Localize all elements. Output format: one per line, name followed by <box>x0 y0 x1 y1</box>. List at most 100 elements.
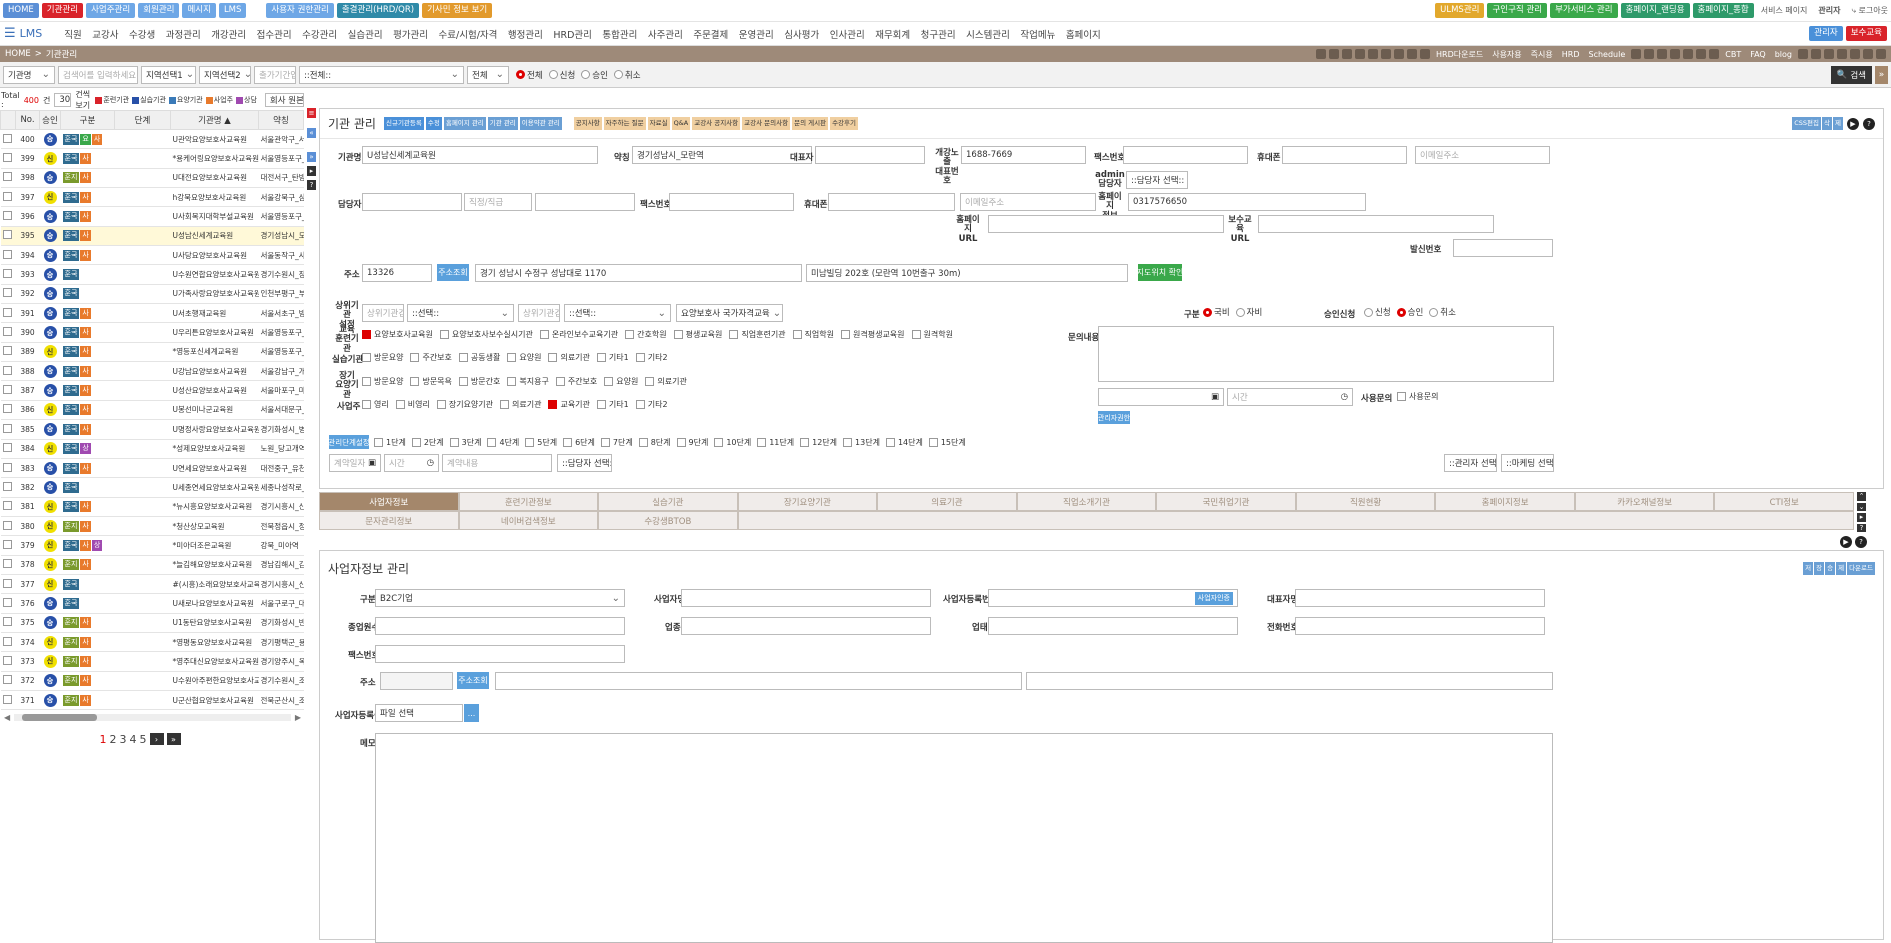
clock-icon[interactable]: ◷ <box>1341 392 1348 402</box>
row-checkbox[interactable] <box>2 153 12 163</box>
top-nav-button[interactable]: 회원관리 <box>138 3 180 18</box>
row-checkbox[interactable] <box>2 655 12 665</box>
board-button[interactable]: 문의 게시판 <box>792 117 829 130</box>
practice-checkbox[interactable]: 주간보호 <box>410 352 452 363</box>
tool-icon[interactable] <box>1329 49 1340 59</box>
approve-radio[interactable]: 신청 <box>1364 306 1391 318</box>
ltc-checkbox[interactable]: 요양원 <box>604 376 638 387</box>
table-row[interactable]: 388승훈국사U강남요양보호사교육원서울강남구_개포 <box>0 361 304 382</box>
tool-icon[interactable] <box>1683 49 1694 59</box>
stage-setting-button[interactable]: 관리단계설정 <box>328 435 370 449</box>
tab-2[interactable]: 훈련기관정보 <box>458 492 599 511</box>
row-select-cell[interactable] <box>0 419 16 440</box>
address-search-button[interactable]: 주소조회 <box>437 264 469 281</box>
table-row[interactable]: 400승훈국요사U관악요양보호사교육원서울관악구_서선 <box>0 129 304 150</box>
status-radio[interactable]: 승인 <box>581 69 608 81</box>
region2-select[interactable]: 지역선택2 <box>199 65 251 84</box>
row-org-name[interactable]: U사회복지대학부설교육원 <box>170 206 259 227</box>
biz-address2-input[interactable] <box>1026 672 1553 690</box>
horizontal-scrollbar[interactable]: ◀ ▶ <box>0 710 305 724</box>
table-row[interactable]: 378신훈지사*늘김해요양보호사교육원경남김해시_김해 <box>0 555 304 575</box>
stage-checkbox[interactable]: 4단계 <box>487 437 519 448</box>
row-checkbox[interactable] <box>2 694 12 704</box>
panel-right-button[interactable]: 삭 <box>1822 117 1833 130</box>
lms-logo[interactable]: LMS <box>20 27 43 40</box>
practice-checkbox[interactable]: 의료기관 <box>548 352 590 363</box>
column-header[interactable]: No. <box>15 110 40 130</box>
table-row[interactable]: 374신훈지사*영평동요양보호사교육원경기평택군_용이 <box>0 632 304 653</box>
row-checkbox[interactable] <box>2 327 12 337</box>
table-row[interactable]: 379 신 훈국 사 상 *미아더조은교육원 강북_미아역 <box>0 535 304 556</box>
menu-item[interactable]: 실습관리 <box>348 27 383 41</box>
logout-link[interactable]: ⤷ 로그아웃 <box>1852 5 1888 16</box>
row-select-cell[interactable] <box>0 632 16 653</box>
last-page-icon[interactable]: » <box>166 733 181 746</box>
top-nav-button[interactable]: 사업주관리 <box>86 3 136 18</box>
top-nav-button[interactable]: 홈페이지_랜딩용 <box>1620 3 1690 18</box>
marketing-select[interactable]: ::마케팅 선택:: <box>1501 454 1554 472</box>
date-input[interactable]: 출가기간입력 <box>254 65 296 84</box>
tool-icon[interactable] <box>1657 49 1668 59</box>
menu-item[interactable]: HRD관리 <box>553 27 592 41</box>
biz-owner-checkbox[interactable]: 교육기관 <box>548 399 590 410</box>
row-org-name[interactable]: *미아더조은교육원 <box>170 535 259 556</box>
row-select-cell[interactable] <box>0 593 16 614</box>
section-play-icon[interactable]: ▶ <box>1840 536 1852 548</box>
row-checkbox[interactable] <box>2 617 12 627</box>
table-row[interactable]: 390승훈국사U우리튼요양보호사교육원서울영등포구_신 <box>0 322 304 343</box>
title-action-button[interactable]: 기관 관리 <box>487 117 518 130</box>
row-select-cell[interactable] <box>0 671 16 691</box>
top-nav-button[interactable]: 구인구직 관리 <box>1487 3 1548 18</box>
practice-checkbox[interactable]: 기타1 <box>596 352 629 363</box>
edu-org-checkbox[interactable]: 평생교육원 <box>673 329 722 340</box>
title-action-button[interactable]: 홈페이지 관리 <box>443 117 486 130</box>
tab-row2-1[interactable]: 문자관리정보 <box>319 511 459 530</box>
ltc-checkbox[interactable]: 주간보호 <box>555 376 597 387</box>
edu-org-checkbox[interactable]: 직업훈련기관 <box>729 329 786 340</box>
menu-item[interactable]: 개강관리 <box>211 27 246 41</box>
row-org-name[interactable]: *늘김해요양보호사교육원 <box>170 555 259 575</box>
row-org-name[interactable]: *영주대신요양보호사교육원 <box>170 651 259 672</box>
row-select-cell[interactable] <box>0 303 16 324</box>
address2-input[interactable]: 미남빌딩 202호 (모란역 10번출구 30m) <box>806 264 1128 282</box>
biz-address-search-button[interactable]: 주소조회 <box>457 672 489 689</box>
sort-select[interactable]: 회사 원본방송 <box>264 93 304 107</box>
row-org-name[interactable]: h강북요양보호사교육원 <box>170 187 259 208</box>
next-page-icon[interactable]: › <box>149 733 164 746</box>
email-input[interactable]: 이메일주소 <box>1415 146 1550 164</box>
top-nav-button[interactable]: 기사민 정보 보기 <box>422 3 493 18</box>
panel-right-button[interactable]: CSS편집 <box>1792 117 1822 130</box>
stage-checkbox[interactable]: 11단계 <box>757 437 794 448</box>
row-org-name[interactable]: U봉선미나군교육원 <box>170 400 259 421</box>
biz-owner-checkbox[interactable]: 비영리 <box>395 399 430 410</box>
manager-select[interactable]: ::관리자 선택:: <box>1444 454 1497 472</box>
table-row[interactable]: 375승훈지사U1동탄요양보호사교육원경기화성시_반송 <box>0 613 304 633</box>
tab-6[interactable]: 직업소개기관 <box>1016 492 1157 511</box>
staff-position-input[interactable]: 직정/직급 <box>464 193 532 211</box>
stage-checkbox[interactable]: 6단계 <box>563 437 595 448</box>
ltc-checkbox[interactable]: 의료기관 <box>645 376 687 387</box>
tab-5[interactable]: 의료기관 <box>877 492 1017 511</box>
panel-right-button[interactable]: 제 <box>1833 117 1843 130</box>
row-checkbox[interactable] <box>2 269 12 279</box>
homepage-url-input[interactable] <box>988 215 1224 233</box>
row-checkbox[interactable] <box>2 636 12 646</box>
stage-checkbox[interactable]: 8단계 <box>638 437 671 448</box>
row-checkbox[interactable] <box>2 365 12 375</box>
row-select-cell[interactable] <box>0 129 16 150</box>
ltc-checkbox[interactable]: 방문요양 <box>362 376 403 387</box>
title-action-button[interactable]: 이용약관 관리 <box>519 117 562 130</box>
tool-icon[interactable] <box>1342 49 1353 59</box>
toolbar-link[interactable]: Schedule <box>1588 50 1625 59</box>
staff-fax-input[interactable] <box>669 193 794 211</box>
row-select-cell[interactable] <box>0 400 16 421</box>
practice-checkbox[interactable]: 공동생활 <box>458 352 500 363</box>
biz-owner-checkbox[interactable]: 기타2 <box>635 399 668 410</box>
edu-org-checkbox[interactable]: 간호학원 <box>625 329 667 340</box>
page-link[interactable]: 3 <box>120 733 127 746</box>
inquiry-time-input[interactable]: 시간 ◷ <box>1227 388 1353 406</box>
approve-radio[interactable]: 취소 <box>1429 306 1456 318</box>
mobile-input[interactable] <box>1282 146 1407 164</box>
board-button[interactable]: 교강사 문의사항 <box>742 117 791 130</box>
menu-right-button[interactable]: 관리자 <box>1809 26 1843 41</box>
